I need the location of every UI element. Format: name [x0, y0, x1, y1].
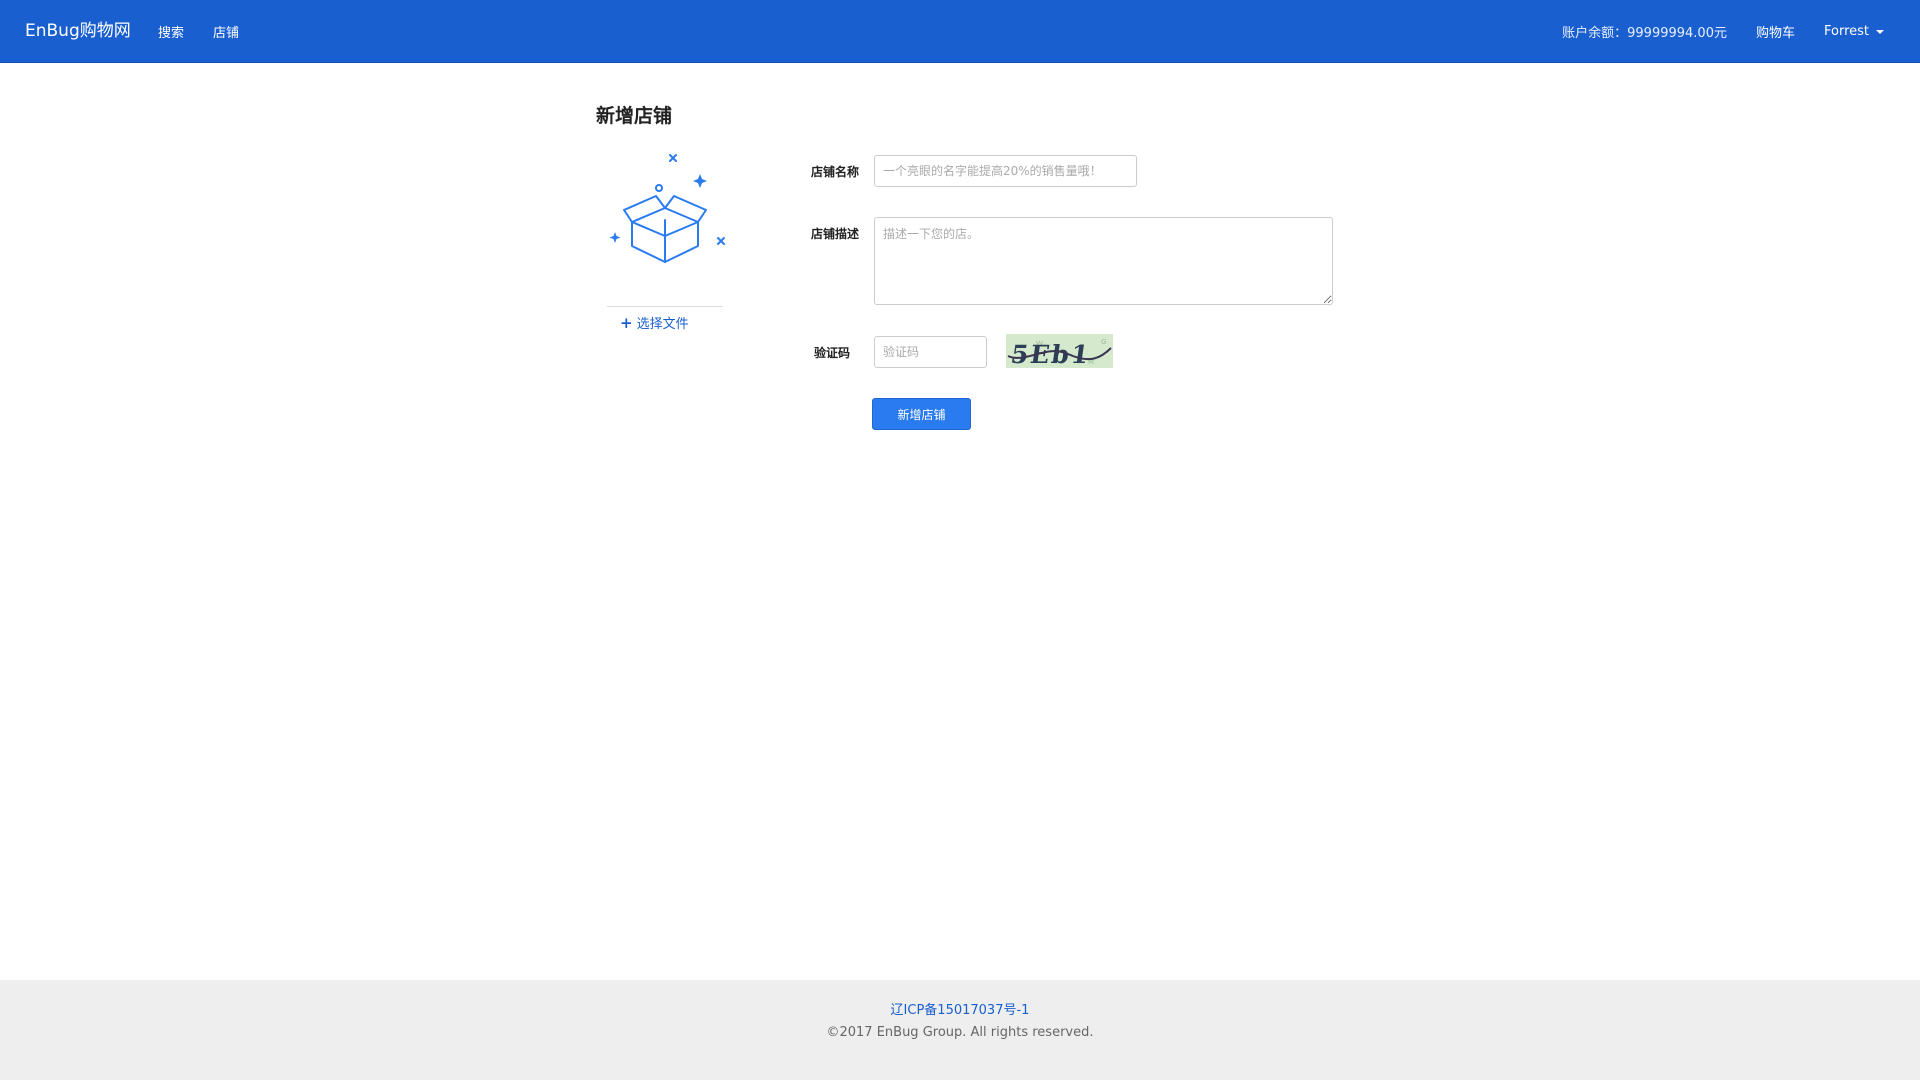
icp-link[interactable]: 辽ICP备15017037号-1 — [0, 999, 1920, 1018]
brand-logo[interactable]: EnBug购物网 — [25, 0, 131, 63]
svg-text:G: G — [1101, 338, 1106, 346]
plus-icon: + — [620, 314, 633, 332]
nav-right: 账户余额：99999994.00元 购物车 Forrest — [1562, 0, 1884, 63]
shop-name-label: 店铺名称 — [811, 165, 860, 179]
choose-file-label: 选择文件 — [636, 317, 689, 332]
nav-link-search[interactable]: 搜索 — [158, 22, 184, 41]
top-navbar: EnBug购物网 搜索 店铺 账户余额：99999994.00元 购物车 For… — [0, 0, 1920, 63]
copyright-text: ©2017 EnBug Group. All rights reserved. — [826, 1025, 1094, 1040]
shop-description-textarea[interactable] — [874, 217, 1333, 305]
open-box-icon — [609, 154, 725, 263]
nav-left: 搜索 店铺 — [158, 0, 239, 63]
captcha-text: 5Eb1 — [1009, 339, 1092, 368]
user-menu-toggle[interactable]: Forrest — [1824, 24, 1884, 39]
shop-description-label: 店铺描述 — [811, 227, 860, 241]
upload-divider — [607, 306, 723, 307]
nav-link-shops[interactable]: 店铺 — [213, 22, 239, 41]
footer: 辽ICP备15017037号-1 ©2017 EnBug Group. All … — [0, 980, 1920, 1080]
shop-name-input[interactable] — [874, 155, 1137, 187]
account-balance: 账户余额：99999994.00元 — [1562, 26, 1727, 41]
user-name: Forrest — [1823, 24, 1869, 39]
nav-link-cart[interactable]: 购物车 — [1756, 22, 1795, 41]
captcha-input[interactable] — [874, 336, 987, 368]
caret-down-icon — [1876, 29, 1884, 34]
captcha-label: 验证码 — [814, 346, 851, 360]
page-title: 新增店铺 — [596, 105, 673, 127]
choose-file-button[interactable]: + 选择文件 — [620, 313, 689, 332]
captcha-image[interactable]: W M G 5Eb1 — [1006, 334, 1113, 368]
add-shop-button[interactable]: 新增店铺 — [872, 398, 971, 430]
